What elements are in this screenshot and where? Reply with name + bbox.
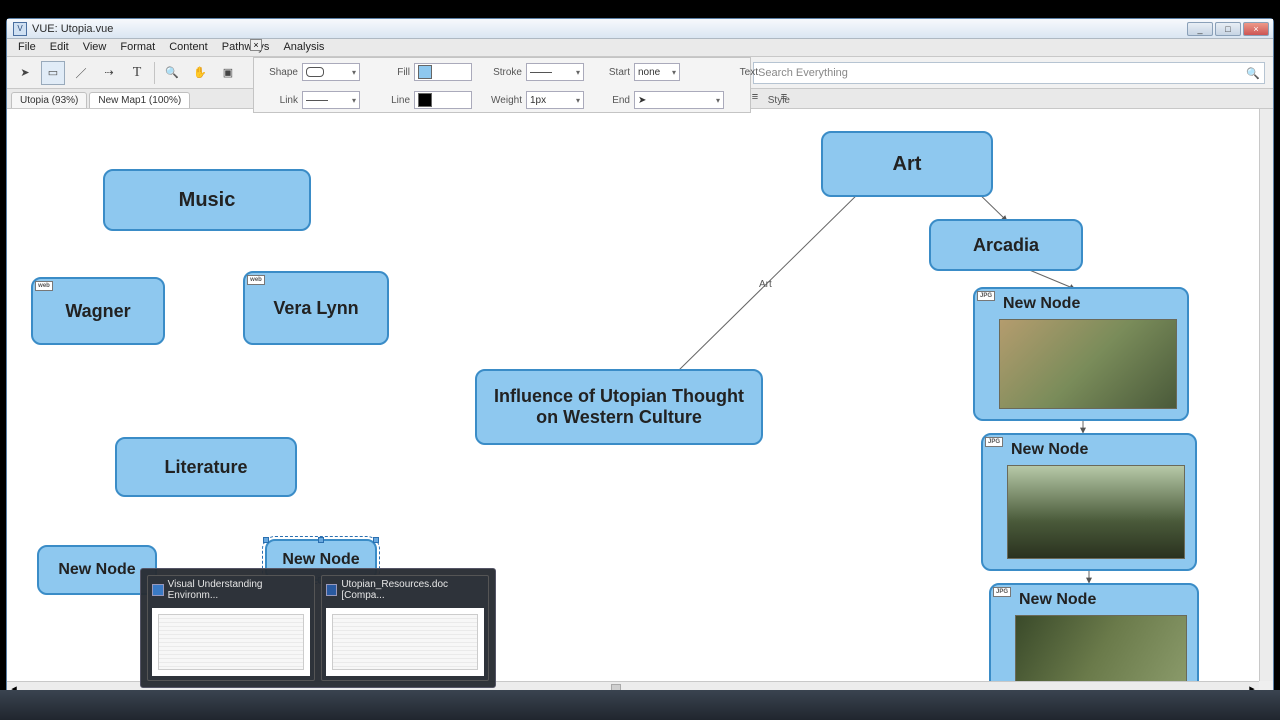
word-thumb-icon [326, 584, 337, 596]
menu-pathways[interactable]: Pathways [215, 39, 277, 56]
preview-image [326, 608, 484, 676]
end-dropdown[interactable]: ➤ [634, 91, 724, 109]
node-tool-icon[interactable]: ▭ [41, 61, 65, 85]
jpg-badge-icon: JPG [993, 587, 1011, 597]
node-label: Wagner [65, 301, 130, 322]
image-placeholder [1007, 465, 1185, 559]
search-icon[interactable]: 🔍 [1246, 67, 1260, 80]
node-label: Influence of Utopian Thought on Western … [487, 386, 751, 428]
preview-word[interactable]: Utopian_Resources.doc [Compa... [321, 575, 489, 681]
minimize-button[interactable]: _ [1187, 22, 1213, 36]
node-image-1[interactable]: JPG New Node [973, 287, 1189, 421]
node-center[interactable]: Influence of Utopian Thought on Western … [475, 369, 763, 445]
stroke-label: Stroke [478, 67, 526, 78]
line-label: Line [366, 95, 414, 106]
jpg-badge-icon: JPG [977, 291, 995, 301]
node-label: Arcadia [973, 235, 1039, 256]
format-panel: Shape Fill Stroke Start none Text Link L… [253, 57, 751, 113]
node-art[interactable]: Art [821, 131, 993, 197]
shape-dropdown[interactable] [302, 63, 360, 81]
shape-label: Shape [254, 67, 302, 78]
menu-view[interactable]: View [76, 39, 114, 56]
node-image-3[interactable]: JPG New Node [989, 583, 1199, 681]
text-label: Text [738, 67, 762, 78]
link-dropdown[interactable] [302, 91, 360, 109]
node-label: New Node [58, 561, 135, 579]
node-label: Literature [164, 457, 247, 478]
menubar: File Edit View Format Content Pathways A… [7, 39, 1273, 57]
weight-dropdown[interactable]: 1px [526, 91, 584, 109]
close-button[interactable]: × [1243, 22, 1269, 36]
preview-vue[interactable]: Visual Understanding Environm... [147, 575, 315, 681]
taskbar[interactable] [0, 690, 1280, 720]
node-vera-lynn[interactable]: web Vera Lynn [243, 271, 389, 345]
link-tool-icon[interactable]: ／ [69, 61, 93, 85]
stroke-dropdown[interactable] [526, 63, 584, 81]
tab-newmap1[interactable]: New Map1 (100%) [89, 92, 190, 108]
link-label: Link [254, 95, 302, 106]
node-label: Art [893, 153, 922, 176]
search-input[interactable]: Search Everything 🔍 [753, 62, 1265, 84]
menu-file[interactable]: File [11, 39, 43, 56]
app-thumb-icon [152, 584, 164, 596]
vertical-scrollbar[interactable] [1259, 109, 1273, 681]
image-placeholder [1015, 615, 1187, 681]
pointer-tool-icon[interactable]: ➤ [13, 61, 37, 85]
taskbar-preview-popup: Visual Understanding Environm... Utopian… [140, 568, 496, 688]
node-label: New Node [1019, 591, 1096, 609]
start-dropdown[interactable]: none [634, 63, 680, 81]
titlebar[interactable]: V VUE: Utopia.vue _ □ × [7, 19, 1273, 39]
node-arcadia[interactable]: Arcadia [929, 219, 1083, 271]
panel-close-icon[interactable]: × [250, 39, 262, 51]
node-music[interactable]: Music [103, 169, 311, 231]
menu-edit[interactable]: Edit [43, 39, 76, 56]
start-label: Start [590, 67, 634, 78]
toolbar: × ➤ ▭ ／ ⇢ T 🔍 ✋ ▣ Shape Fill Stroke Star… [7, 57, 1273, 89]
node-image-2[interactable]: JPG New Node [981, 433, 1197, 571]
preview-image [152, 608, 310, 676]
window-title: VUE: Utopia.vue [32, 23, 1187, 35]
image-placeholder [999, 319, 1177, 409]
text-tool-icon[interactable]: T [125, 61, 149, 85]
app-icon: V [13, 22, 27, 36]
node-label: New Node [282, 551, 359, 569]
node-wagner[interactable]: web Wagner [31, 277, 165, 345]
style-label: Style [738, 95, 794, 106]
weight-label: Weight [478, 95, 526, 106]
node-newnode-left[interactable]: New Node [37, 545, 157, 595]
menu-format[interactable]: Format [113, 39, 162, 56]
jpg-badge-icon: JPG [985, 437, 1003, 447]
end-label: End [590, 95, 634, 106]
menu-analysis[interactable]: Analysis [276, 39, 331, 56]
fill-label: Fill [366, 67, 414, 78]
menu-content[interactable]: Content [162, 39, 215, 56]
present-tool-icon[interactable]: ▣ [216, 61, 240, 85]
zoom-tool-icon[interactable]: 🔍 [160, 61, 184, 85]
node-label: New Node [1011, 441, 1088, 459]
prune-tool-icon[interactable]: ⇢ [97, 61, 121, 85]
pan-tool-icon[interactable]: ✋ [188, 61, 212, 85]
maximize-button[interactable]: □ [1215, 22, 1241, 36]
node-label: Vera Lynn [273, 298, 358, 319]
preview-title: Utopian_Resources.doc [Compa... [341, 579, 484, 601]
web-badge-icon: web [35, 281, 53, 291]
node-label: Music [179, 189, 236, 212]
web-badge-icon: web [247, 275, 265, 285]
edge-label-art: Art [759, 279, 772, 290]
line-swatch[interactable] [414, 91, 472, 109]
node-label: New Node [1003, 295, 1080, 313]
tab-utopia[interactable]: Utopia (93%) [11, 92, 87, 108]
node-literature[interactable]: Literature [115, 437, 297, 497]
fill-swatch[interactable] [414, 63, 472, 81]
preview-title: Visual Understanding Environm... [168, 579, 310, 601]
